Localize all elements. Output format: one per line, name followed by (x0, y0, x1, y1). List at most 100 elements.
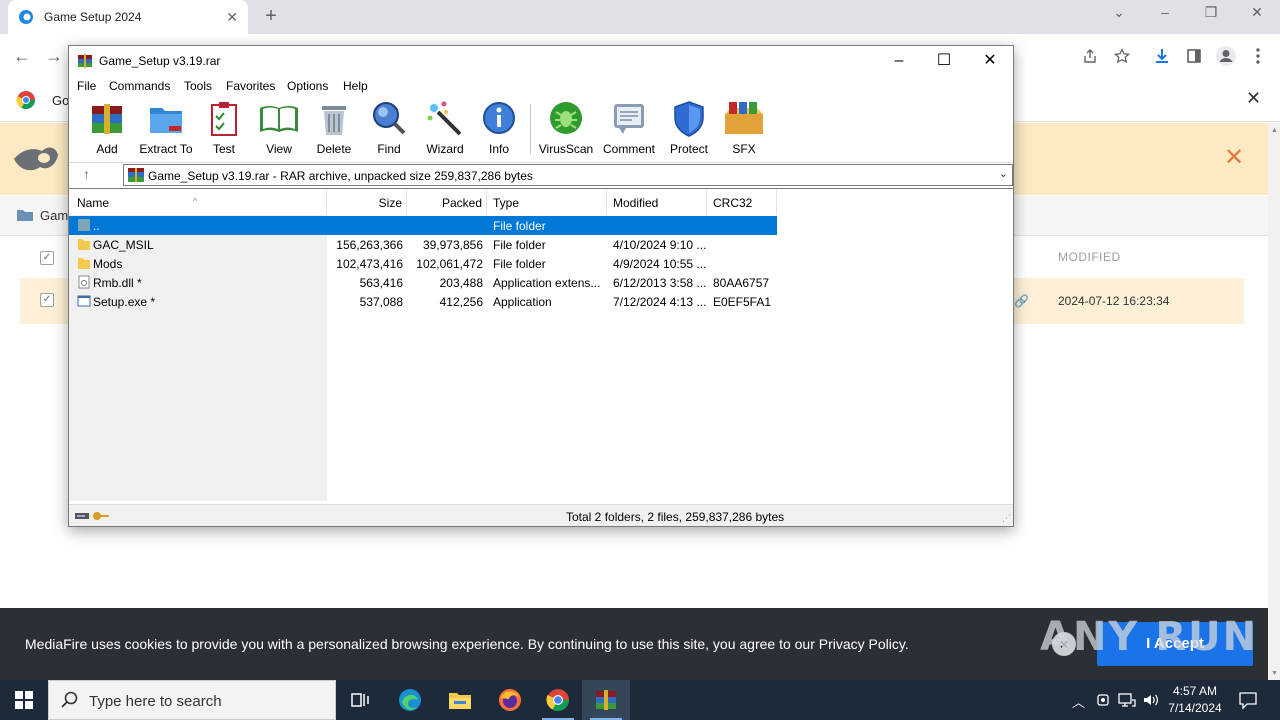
status-summary: Total 2 folders, 2 files, 259,837,286 by… (566, 510, 785, 524)
file-list: Name ^ Size Packed Type Modified CRC32 ..… (69, 188, 1013, 501)
row-modified-date: 2024-07-12 16:23:34 (1058, 294, 1170, 308)
up-one-level-icon[interactable]: ↑ (83, 166, 90, 182)
back-button[interactable]: ← (10, 44, 34, 68)
restore-button[interactable]: ❐ (1199, 4, 1223, 21)
resize-grip-icon[interactable]: ⋰ (1002, 513, 1011, 524)
volume-icon[interactable] (1142, 692, 1160, 708)
minimize-button[interactable]: – (1153, 4, 1177, 20)
page-scrollbar[interactable]: ▲ ▼ (1268, 123, 1280, 681)
infobar-text: Go (52, 93, 70, 108)
add-button[interactable]: Add (75, 100, 139, 156)
search-icon (61, 691, 78, 708)
winrar-window: Game_Setup v3.19.rar – ☐ ✕ File Commands… (68, 45, 1014, 527)
info-label: Info (488, 142, 509, 156)
column-type[interactable]: Type (487, 189, 607, 215)
winrar-toolbar: Add Extract To Test View Delete Find Wiz… (69, 98, 1013, 158)
menu-tools[interactable]: Tools (184, 79, 212, 93)
side-panel-icon[interactable] (1182, 44, 1206, 68)
firefox-taskbar-button[interactable] (486, 680, 534, 720)
tab-close-icon[interactable]: ✕ (226, 9, 238, 26)
rar-archive-icon (128, 168, 144, 182)
column-crc32[interactable]: CRC32 (707, 189, 777, 215)
taskbar-search[interactable]: Type here to search (48, 680, 336, 720)
column-name[interactable]: Name ^ (69, 189, 327, 215)
winrar-taskbar-button[interactable] (582, 680, 630, 720)
dll-file-icon (78, 275, 90, 289)
menu-kebab-icon[interactable] (1246, 44, 1270, 68)
browser-tab[interactable]: Game Setup 2024 ✕ (8, 0, 248, 34)
winrar-title: Game_Setup v3.19.rar (99, 54, 221, 68)
comment-button[interactable]: Comment (597, 100, 661, 156)
list-row[interactable]: GAC_MSIL 156,263,366 39,973,856 File fol… (69, 235, 777, 254)
new-tab-button[interactable]: + (260, 5, 282, 27)
edge-favicon-icon (19, 10, 33, 24)
file-explorer-taskbar-button[interactable] (436, 680, 484, 720)
profile-avatar-icon[interactable] (1214, 44, 1238, 68)
share-icon[interactable] (1078, 44, 1102, 68)
task-view-icon (351, 693, 369, 707)
list-row[interactable]: Setup.exe * 537,088 412,256 Application … (69, 292, 777, 311)
list-row-parent[interactable]: .. File folder (69, 216, 777, 235)
list-row[interactable]: Mods 102,473,416 102,061,472 File folder… (69, 254, 777, 273)
chrome-taskbar-button[interactable] (534, 680, 582, 720)
firefox-icon (499, 689, 521, 711)
archive-path-dropdown[interactable]: Game_Setup v3.19.rar - RAR archive, unpa… (123, 164, 1013, 186)
notifications-icon[interactable] (1238, 690, 1258, 710)
task-view-button[interactable] (336, 680, 384, 720)
system-clock[interactable]: 4:57 AM 7/14/2024 (1162, 683, 1228, 717)
winrar-minimize-button[interactable]: – (884, 50, 914, 72)
link-icon[interactable]: 🔗 (1014, 294, 1029, 308)
winrar-maximize-button[interactable]: ☐ (929, 50, 959, 72)
winrar-titlebar: Game_Setup v3.19.rar – ☐ ✕ (69, 46, 1013, 76)
infobar-close-icon[interactable]: ✕ (1246, 88, 1261, 109)
winrar-menubar: File Commands Tools Favorites Options He… (69, 76, 1013, 96)
path-dropdown-chevron-icon[interactable]: ⌄ (999, 167, 1008, 180)
column-modified[interactable]: Modified (607, 189, 707, 215)
meet-now-icon[interactable] (1096, 692, 1110, 708)
close-window-button[interactable]: ✕ (1245, 4, 1269, 21)
sfx-box-icon (725, 102, 763, 134)
virusscan-label: VirusScan (538, 142, 594, 156)
find-button[interactable]: Find (357, 100, 421, 156)
list-row[interactable]: Rmb.dll * 563,416 203,488 Application ex… (69, 273, 777, 292)
extract-folder-icon (150, 108, 182, 133)
info-button[interactable]: Info (467, 100, 531, 156)
extract-to-button[interactable]: Extract To (134, 100, 198, 156)
banner-close-icon[interactable]: ✕ (1224, 143, 1244, 172)
scroll-down-icon[interactable]: ▼ (1271, 670, 1278, 677)
sfx-button[interactable]: SFX (712, 100, 776, 156)
forward-button[interactable]: → (42, 44, 66, 68)
network-icon[interactable] (1118, 692, 1136, 708)
select-all-checkbox[interactable]: ✓ (40, 251, 54, 265)
winrar-close-button[interactable]: ✕ (975, 50, 1005, 72)
chrome-logo-icon (16, 91, 35, 110)
row-checkbox[interactable]: ✓ (40, 293, 54, 307)
start-button[interactable] (0, 680, 48, 720)
tray-overflow-icon[interactable]: ︿ (1072, 692, 1085, 711)
clock-time: 4:57 AM (1172, 684, 1218, 698)
menu-file[interactable]: File (77, 79, 96, 93)
extract-to-label: Extract To (139, 142, 193, 156)
tab-title: Game Setup 2024 (44, 10, 142, 24)
sfx-label: SFX (732, 142, 756, 156)
scroll-up-icon[interactable]: ▲ (1271, 127, 1278, 134)
download-icon[interactable] (1150, 44, 1174, 68)
tab-search-chevron-icon[interactable]: ⌄ (1107, 4, 1131, 21)
column-packed[interactable]: Packed (407, 189, 487, 215)
virusscan-button[interactable]: VirusScan (534, 100, 598, 156)
bookmark-star-icon[interactable] (1110, 44, 1134, 68)
view-book-icon (260, 106, 298, 132)
column-size[interactable]: Size (327, 189, 407, 215)
clock-date: 7/14/2024 (1168, 701, 1222, 715)
chrome-icon (546, 689, 569, 711)
column-modified: MODIFIED (1058, 250, 1121, 264)
edge-icon (399, 689, 421, 711)
menu-help[interactable]: Help (343, 79, 368, 93)
shield-icon (674, 101, 704, 137)
winrar-app-icon (78, 54, 92, 68)
menu-favorites[interactable]: Favorites (226, 79, 275, 93)
edge-taskbar-button[interactable] (386, 680, 434, 720)
menu-options[interactable]: Options (287, 79, 328, 93)
menu-commands[interactable]: Commands (109, 79, 170, 93)
file-explorer-icon (449, 693, 471, 709)
